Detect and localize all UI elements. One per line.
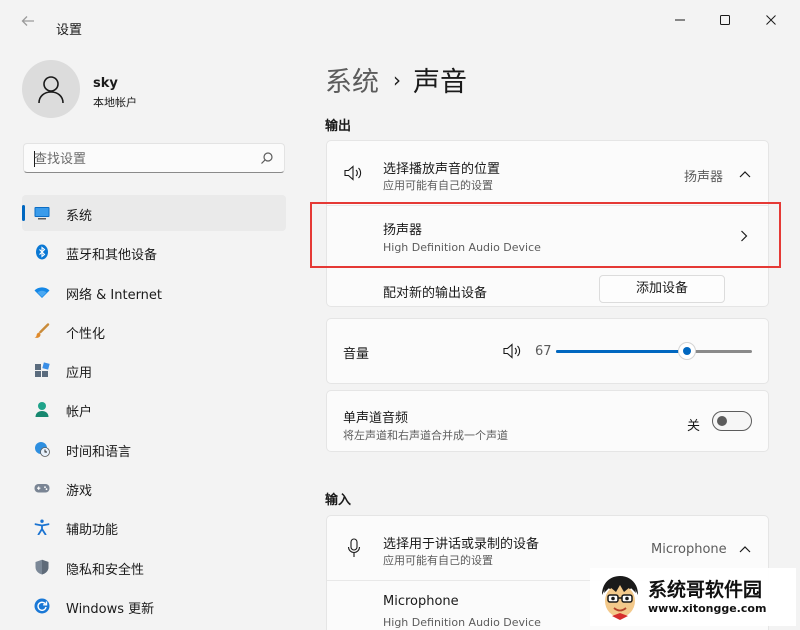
- sidebar-item-label: 辅助功能: [66, 523, 119, 539]
- add-device-button[interactable]: 添加设备: [599, 275, 725, 303]
- sidebar-nav: 系统 蓝牙和其他设备 网络 & Internet 个性化 应用 帐户 时间和语言: [22, 195, 286, 627]
- microphone-icon: [347, 538, 361, 557]
- arrow-left-icon: [21, 16, 34, 26]
- maximize-icon: [720, 15, 730, 25]
- sidebar-item-network[interactable]: 网络 & Internet: [22, 274, 286, 310]
- sidebar-item-label: 时间和语言: [66, 444, 132, 460]
- title-bar: 设置: [0, 0, 800, 40]
- avatar[interactable]: [22, 60, 80, 118]
- user-name: sky: [93, 76, 118, 91]
- mono-audio-card: 单声道音频 将左声道和右声道合并成一个声道 关: [326, 390, 769, 452]
- sidebar-item-label: 系统: [66, 209, 93, 224]
- sidebar-item-label: 应用: [66, 366, 93, 382]
- app-title: 设置: [56, 23, 83, 38]
- speaker-icon: [344, 165, 362, 181]
- watermark-name: 系统哥软件园: [648, 579, 763, 601]
- sidebar-item-label: Windows 更新: [66, 601, 155, 617]
- selected-input-value: Microphone: [651, 542, 727, 557]
- choose-output-row[interactable]: 选择播放声音的位置 应用可能有自己的设置 扬声器: [327, 141, 768, 205]
- minimize-icon: [675, 19, 685, 21]
- monitor-icon: [34, 207, 50, 220]
- account-icon: [35, 402, 49, 418]
- settings-window: 设置 sky 本地帐户 系统: [0, 0, 800, 630]
- bluetooth-icon: [36, 244, 48, 260]
- highlight-box: [310, 202, 781, 268]
- sidebar-item-label: 游戏: [66, 484, 93, 500]
- close-icon: [766, 15, 776, 25]
- volume-slider-fill: [556, 350, 688, 353]
- sidebar-item-accessibility[interactable]: 辅助功能: [22, 509, 286, 545]
- page-title: 声音: [413, 67, 467, 98]
- active-indicator: [22, 205, 25, 221]
- chevron-up-icon[interactable]: [739, 545, 751, 553]
- sidebar-item-time-language[interactable]: 时间和语言: [22, 431, 286, 467]
- sidebar-item-label: 隐私和安全性: [66, 562, 145, 578]
- input-device-name: Microphone: [383, 594, 459, 609]
- volume-slider[interactable]: [556, 342, 752, 360]
- breadcrumb: 系统 › 声音: [325, 60, 467, 99]
- breadcrumb-separator: ›: [393, 68, 401, 92]
- search-input[interactable]: [34, 150, 254, 168]
- sidebar-item-label: 网络 & Internet: [66, 287, 163, 303]
- sidebar-item-windows-update[interactable]: Windows 更新: [22, 588, 286, 624]
- maximize-button[interactable]: [710, 8, 740, 32]
- watermark-url: www.xitongge.com: [648, 602, 767, 615]
- volume-icon[interactable]: [503, 343, 523, 359]
- brush-icon: [34, 323, 50, 338]
- sidebar-item-gaming[interactable]: 游戏: [22, 470, 286, 506]
- person-icon: [38, 76, 64, 104]
- apps-icon: [35, 362, 50, 378]
- watermark: 系统哥软件园 www.xitongge.com: [590, 568, 796, 626]
- account-type: 本地帐户: [93, 96, 137, 109]
- volume-label: 音量: [343, 347, 370, 362]
- cartoon-face-logo: [602, 576, 638, 620]
- close-button[interactable]: [756, 8, 786, 32]
- choose-input-subtitle: 应用可能有自己的设置: [383, 554, 493, 567]
- shield-icon: [35, 559, 49, 575]
- wifi-icon: [34, 286, 50, 298]
- volume-value: 67: [535, 344, 552, 359]
- input-section-title: 输入: [325, 493, 352, 508]
- chevron-up-icon[interactable]: [739, 170, 751, 178]
- choose-input-title: 选择用于讲话或录制的设备: [383, 537, 540, 552]
- mono-audio-subtitle: 将左声道和右声道合并成一个声道: [343, 429, 508, 442]
- accessibility-icon: [34, 519, 50, 536]
- search-box[interactable]: [23, 143, 285, 173]
- mono-toggle-state: 关: [687, 419, 701, 434]
- sidebar-item-bluetooth[interactable]: 蓝牙和其他设备: [22, 234, 286, 270]
- input-device-desc: High Definition Audio Device: [383, 616, 541, 629]
- update-icon: [34, 598, 50, 614]
- output-section-title: 输出: [325, 119, 352, 134]
- gamepad-icon: [34, 484, 50, 493]
- search-icon[interactable]: [260, 151, 274, 165]
- selected-output-value: 扬声器: [684, 170, 724, 185]
- sidebar-item-label: 帐户: [66, 405, 93, 421]
- sidebar-item-system[interactable]: 系统: [22, 195, 286, 231]
- sidebar-item-accounts[interactable]: 帐户: [22, 391, 286, 427]
- sidebar-item-label: 个性化: [66, 326, 106, 342]
- sidebar-item-personalization[interactable]: 个性化: [22, 313, 286, 349]
- sidebar-item-label: 蓝牙和其他设备: [66, 248, 158, 264]
- sidebar-item-apps[interactable]: 应用: [22, 352, 286, 388]
- sidebar-item-privacy[interactable]: 隐私和安全性: [22, 549, 286, 585]
- globe-clock-icon: [35, 441, 50, 457]
- choose-output-subtitle: 应用可能有自己的设置: [383, 179, 493, 192]
- minimize-button[interactable]: [665, 8, 695, 32]
- choose-output-title: 选择播放声音的位置: [383, 162, 501, 177]
- mono-audio-toggle[interactable]: [712, 411, 752, 431]
- mono-audio-title: 单声道音频: [343, 411, 409, 426]
- breadcrumb-parent[interactable]: 系统: [325, 67, 379, 98]
- pair-output-label: 配对新的输出设备: [383, 286, 488, 301]
- back-button[interactable]: [20, 14, 36, 30]
